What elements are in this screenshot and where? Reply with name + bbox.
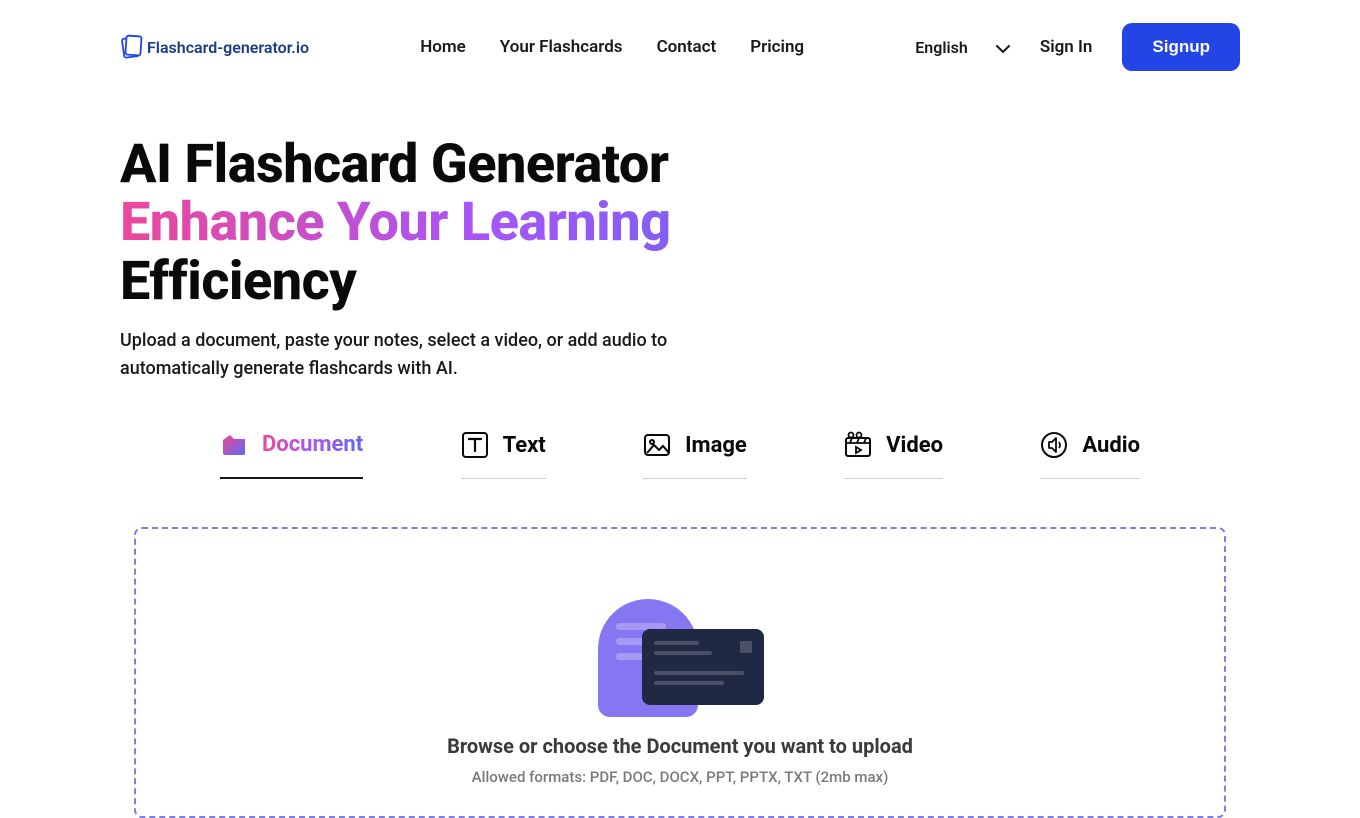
language-select[interactable]: English xyxy=(915,38,1010,57)
video-icon xyxy=(844,431,872,459)
hero-title: AI Flashcard Generator Enhance Your Lear… xyxy=(120,136,840,311)
hero-title-line2: Enhance Your Learning xyxy=(120,194,840,252)
tab-label: Image xyxy=(685,433,747,458)
upload-formats: Allowed formats: PDF, DOC, DOCX, PPT, PP… xyxy=(156,768,1204,786)
audio-icon xyxy=(1040,431,1068,459)
logo-icon xyxy=(120,34,144,60)
upload-title: Browse or choose the Document you want t… xyxy=(156,734,1204,758)
text-icon xyxy=(461,431,489,459)
logo[interactable]: Flashcard-generator.io xyxy=(120,34,309,60)
tab-video[interactable]: Video xyxy=(844,431,943,479)
tab-image[interactable]: Image xyxy=(643,431,747,479)
document-icon xyxy=(220,431,248,459)
input-type-tabs: Document Text Image Video Audio xyxy=(120,431,1240,479)
tab-document[interactable]: Document xyxy=(220,431,363,479)
tab-label: Video xyxy=(886,433,943,458)
tab-label: Text xyxy=(503,433,546,458)
tab-text[interactable]: Text xyxy=(461,431,546,479)
upload-illustration-icon xyxy=(598,579,763,724)
main-nav: Home Your Flashcards Contact Pricing xyxy=(420,37,804,57)
upload-dropzone[interactable]: Browse or choose the Document you want t… xyxy=(134,527,1226,818)
nav-home[interactable]: Home xyxy=(420,37,466,57)
signin-link[interactable]: Sign In xyxy=(1040,37,1093,57)
chevron-down-icon xyxy=(996,38,1010,57)
image-icon xyxy=(643,431,671,459)
main-header: Flashcard-generator.io Home Your Flashca… xyxy=(120,0,1240,94)
tab-label: Document xyxy=(262,432,363,457)
nav-flashcards[interactable]: Your Flashcards xyxy=(500,37,623,57)
header-right: English Sign In Signup xyxy=(915,23,1240,71)
tab-audio[interactable]: Audio xyxy=(1040,431,1140,479)
hero-subtitle: Upload a document, paste your notes, sel… xyxy=(120,327,720,383)
language-label: English xyxy=(915,38,968,57)
signup-button[interactable]: Signup xyxy=(1122,23,1240,71)
nav-contact[interactable]: Contact xyxy=(657,37,717,57)
hero-title-line3: Efficiency xyxy=(120,250,356,313)
tab-label: Audio xyxy=(1082,433,1140,458)
hero-section: AI Flashcard Generator Enhance Your Lear… xyxy=(120,94,1240,383)
logo-text: Flashcard-generator.io xyxy=(147,38,309,57)
hero-title-line1: AI Flashcard Generator xyxy=(120,133,668,196)
nav-pricing[interactable]: Pricing xyxy=(750,37,804,57)
